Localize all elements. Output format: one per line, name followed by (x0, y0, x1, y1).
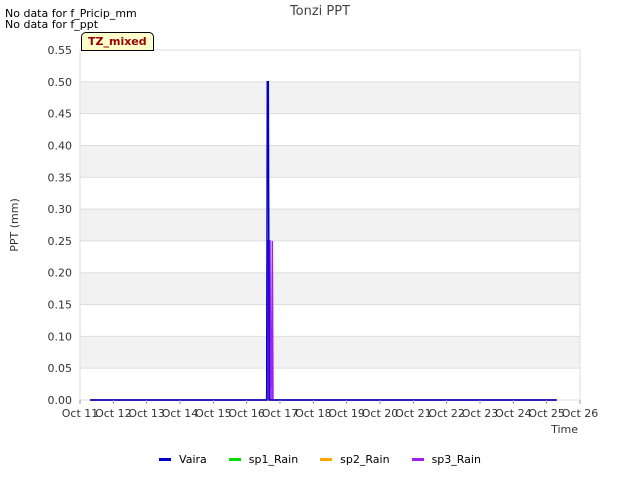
y-tick-label: 0.50 (48, 76, 73, 89)
x-tick-label: Oct 24 (495, 407, 532, 420)
ppt-chart: Tonzi PPT 0.00 0.05 0.10 0.15 0.20 0.25 0.30 0.… (8, 4, 599, 436)
y-tick-label: 0.55 (48, 44, 73, 57)
grid-band (80, 145, 580, 178)
legend-swatch (159, 458, 172, 461)
y-tick-label: 0.30 (48, 203, 73, 216)
x-tick-label: Oct 12 (95, 407, 132, 420)
legend-item: sp3_Rain (411, 453, 481, 466)
x-axis-label: Time (550, 423, 578, 436)
y-tick-label: 0.25 (48, 235, 73, 248)
x-tick-label: Oct 19 (328, 407, 365, 420)
x-tick-label: Oct 11 (62, 407, 99, 420)
legend-swatch (320, 458, 333, 461)
legend-label: sp1_Rain (248, 453, 299, 466)
y-tick-label: 0.40 (48, 139, 73, 152)
grid-band (80, 336, 580, 369)
chart-legend: Vaira sp1_Rain sp2_Rain sp3_Rain (0, 453, 640, 466)
y-tick-label: 0.00 (48, 394, 73, 407)
y-tick-label: 0.35 (48, 171, 73, 184)
x-tick-label: Oct 13 (128, 407, 165, 420)
x-tick-label: Oct 22 (428, 407, 465, 420)
legend-swatch (411, 458, 424, 461)
y-tick-label: 0.20 (48, 267, 73, 280)
x-tick-label: Oct 26 (562, 407, 599, 420)
x-tick-label: Oct 14 (162, 407, 199, 420)
series-area-sp3_Rain (90, 240, 557, 400)
legend-item: sp2_Rain (320, 453, 390, 466)
y-tick-label: 0.05 (48, 362, 73, 375)
y-tick-label: 0.10 (48, 330, 73, 343)
x-tick-label: Oct 21 (395, 407, 432, 420)
x-tick-label: Oct 23 (462, 407, 499, 420)
legend-label: sp2_Rain (340, 453, 390, 466)
x-tick-label: Oct 16 (228, 407, 265, 420)
legend-label: sp3_Rain (431, 453, 481, 466)
y-axis-label: PPT (mm) (8, 198, 21, 252)
legend-label: Vaira (179, 453, 207, 466)
x-tick-label: Oct 18 (295, 407, 332, 420)
y-tick-label: 0.15 (48, 299, 73, 312)
x-tick-label: Oct 20 (362, 407, 399, 420)
legend-item: Vaira (159, 453, 207, 466)
y-tick-label: 0.45 (48, 108, 73, 121)
legend-item: sp1_Rain (228, 453, 299, 466)
site-badge: TZ_mixed (81, 32, 154, 51)
grid-band (80, 81, 580, 114)
legend-swatch (228, 458, 241, 461)
chart-title: Tonzi PPT (289, 4, 350, 19)
grid-band (80, 272, 580, 305)
x-tick-label: Oct 25 (528, 407, 565, 420)
series-line-sp3_Rain (90, 240, 557, 401)
grid-band (80, 209, 580, 241)
x-tick-label: Oct 17 (262, 407, 299, 420)
x-tick-label: Oct 15 (195, 407, 232, 420)
